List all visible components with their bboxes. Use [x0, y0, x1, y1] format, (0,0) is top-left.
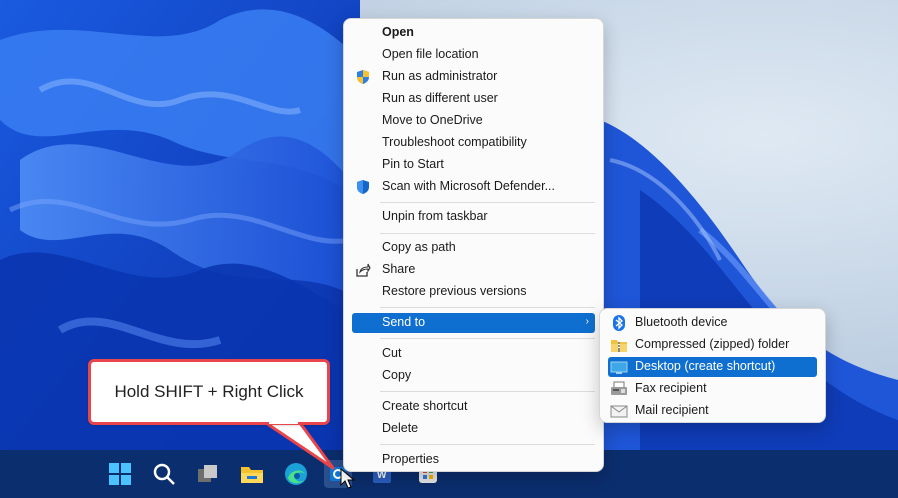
- menu-item-cut[interactable]: Cut: [352, 344, 595, 364]
- menu-item-move-to-onedrive[interactable]: Move to OneDrive: [352, 111, 595, 131]
- menu-item-share[interactable]: Share: [352, 260, 595, 280]
- menu-item-troubleshoot-compatibility[interactable]: Troubleshoot compatibility: [352, 133, 595, 153]
- menu-item-copy-as-path[interactable]: Copy as path: [352, 238, 595, 258]
- start-icon[interactable]: [106, 460, 134, 488]
- menu-separator: [380, 444, 595, 445]
- menu-item-run-as-administrator[interactable]: Run as administrator: [352, 67, 595, 87]
- chevron-right-icon: ›: [585, 316, 589, 327]
- search-icon[interactable]: [150, 460, 178, 488]
- menu-item-restore-previous-versions[interactable]: Restore previous versions: [352, 282, 595, 302]
- menu-separator: [380, 202, 595, 203]
- menu-separator: [380, 233, 595, 234]
- submenu-item-bluetooth-device[interactable]: Bluetooth device: [608, 313, 817, 333]
- menu-item-run-as-different-user[interactable]: Run as different user: [352, 89, 595, 109]
- menu-item-create-shortcut[interactable]: Create shortcut: [352, 397, 595, 417]
- menu-item-send-to[interactable]: Send to ›: [352, 313, 595, 333]
- menu-item-scan-with-defender[interactable]: Scan with Microsoft Defender...: [352, 177, 595, 197]
- edge-icon[interactable]: [282, 460, 310, 488]
- submenu-item-compressed-folder[interactable]: Compressed (zipped) folder: [608, 335, 817, 355]
- share-icon: [354, 261, 372, 279]
- uac-shield-icon: [354, 68, 372, 86]
- zip-folder-icon: [610, 336, 628, 354]
- callout-box: Hold SHIFT + Right Click: [88, 359, 330, 425]
- submenu-item-desktop-shortcut[interactable]: Desktop (create shortcut): [608, 357, 817, 377]
- submenu-item-fax-recipient[interactable]: Fax recipient: [608, 379, 817, 399]
- menu-item-copy[interactable]: Copy: [352, 366, 595, 386]
- menu-item-pin-to-start[interactable]: Pin to Start: [352, 155, 595, 175]
- callout-text: Hold SHIFT + Right Click: [114, 382, 304, 401]
- file-explorer-icon[interactable]: [238, 460, 266, 488]
- mail-icon: [610, 402, 628, 420]
- fax-icon: [610, 380, 628, 398]
- menu-item-open-file-location[interactable]: Open file location: [352, 45, 595, 65]
- context-menu: Open Open file location Run as administr…: [343, 18, 604, 472]
- send-to-submenu: Bluetooth device Compressed (zipped) fol…: [599, 308, 826, 423]
- menu-item-delete[interactable]: Delete: [352, 419, 595, 439]
- menu-separator: [380, 307, 595, 308]
- bluetooth-icon: [610, 314, 628, 332]
- task-view-icon[interactable]: [194, 460, 222, 488]
- menu-item-unpin-from-taskbar[interactable]: Unpin from taskbar: [352, 207, 595, 227]
- desktop-icon: [610, 358, 628, 376]
- menu-item-properties[interactable]: Properties: [352, 450, 595, 470]
- menu-separator: [380, 391, 595, 392]
- defender-shield-icon: [354, 178, 372, 196]
- menu-item-open[interactable]: Open: [352, 23, 595, 43]
- submenu-item-mail-recipient[interactable]: Mail recipient: [608, 401, 817, 421]
- menu-separator: [380, 338, 595, 339]
